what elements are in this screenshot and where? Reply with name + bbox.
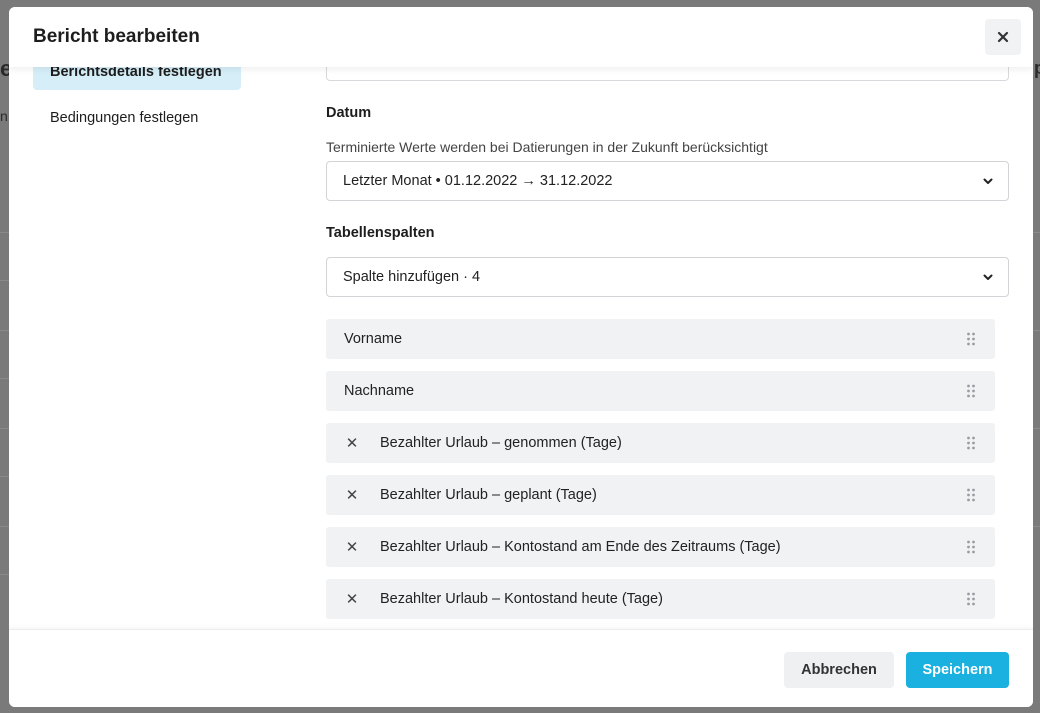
- column-label: Nachname: [344, 383, 415, 399]
- edit-report-dialog: Berichtsdetails festlegen Bedingungen fe…: [9, 7, 1033, 707]
- dialog-title: Bericht bearbeiten: [33, 26, 200, 47]
- background-text-fragment: n: [0, 108, 8, 124]
- drag-handle-icon[interactable]: [966, 540, 976, 554]
- dialog-header: Bericht bearbeiten: [9, 7, 1033, 67]
- column-label: Bezahlter Urlaub – Kontostand am Ende de…: [380, 539, 781, 555]
- column-label: Bezahlter Urlaub – Kontostand heute (Tag…: [380, 591, 663, 607]
- close-icon: [997, 31, 1009, 43]
- column-row-balance-today[interactable]: ✕ Bezahlter Urlaub – Kontostand heute (T…: [326, 579, 995, 619]
- column-label: Vorname: [344, 331, 403, 347]
- chevron-down-icon: [983, 178, 993, 184]
- background-heading-fragment-right: p: [1034, 58, 1040, 78]
- column-row-leave-planned[interactable]: ✕ Bezahlter Urlaub – geplant (Tage): [326, 475, 995, 515]
- date-label: Datum: [326, 105, 372, 121]
- date-range-value: Letzter Monat • 01.12.2022 → 31.12.2022: [343, 173, 613, 189]
- remove-column-icon[interactable]: ✕: [343, 434, 361, 452]
- drag-handle-icon[interactable]: [966, 436, 976, 450]
- cancel-button[interactable]: Abbrechen: [784, 652, 894, 688]
- sidebar-item-label: Bedingungen festlegen: [50, 110, 199, 126]
- date-range-select[interactable]: Letzter Monat • 01.12.2022 → 31.12.2022: [326, 161, 1009, 201]
- column-label: Bezahlter Urlaub – geplant (Tage): [380, 487, 597, 503]
- column-row-last-name[interactable]: Nachname: [326, 371, 995, 411]
- remove-column-icon[interactable]: ✕: [343, 486, 361, 504]
- chevron-down-icon: [983, 274, 993, 280]
- drag-handle-icon[interactable]: [966, 488, 976, 502]
- column-row-first-name[interactable]: Vorname: [326, 319, 995, 359]
- drag-handle-icon[interactable]: [966, 592, 976, 606]
- drag-handle-icon[interactable]: [966, 332, 976, 346]
- add-column-select[interactable]: Spalte hinzufügen · 4: [326, 257, 1009, 297]
- table-columns-label: Tabellenspalten: [326, 225, 435, 241]
- sidebar-item-conditions[interactable]: Bedingungen festlegen: [33, 100, 241, 136]
- date-hint: Terminierte Werte werden bei Datierungen…: [326, 139, 768, 155]
- column-label: Bezahlter Urlaub – genommen (Tage): [380, 435, 622, 451]
- save-button[interactable]: Speichern: [906, 652, 1009, 688]
- remove-column-icon[interactable]: ✕: [343, 538, 361, 556]
- close-button[interactable]: [985, 19, 1021, 55]
- dialog-footer: Abbrechen Speichern: [9, 629, 1033, 707]
- add-column-value: Spalte hinzufügen · 4: [343, 269, 481, 285]
- column-row-leave-taken[interactable]: ✕ Bezahlter Urlaub – genommen (Tage): [326, 423, 995, 463]
- drag-handle-icon[interactable]: [966, 384, 976, 398]
- column-row-balance-period-end[interactable]: ✕ Bezahlter Urlaub – Kontostand am Ende …: [326, 527, 995, 567]
- remove-column-icon[interactable]: ✕: [343, 590, 361, 608]
